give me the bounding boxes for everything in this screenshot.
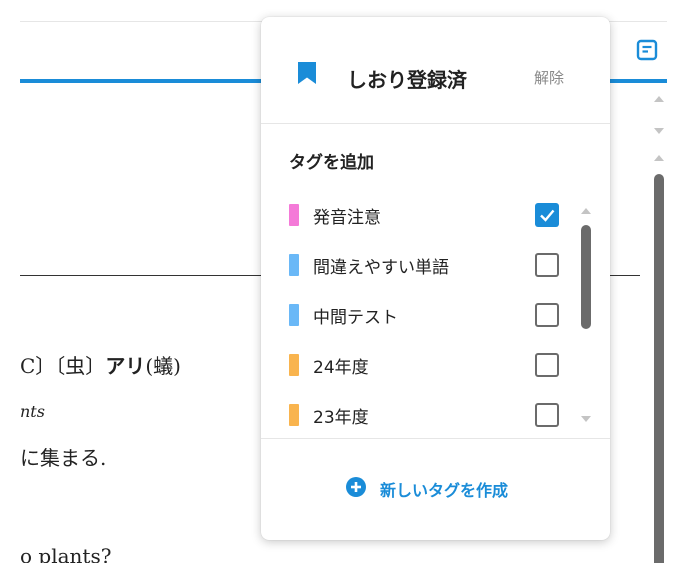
tag-list: 発音注意 間違えやすい単語 中間テスト 24年度 23年度	[261, 192, 610, 437]
tag-item[interactable]: 24年度	[261, 342, 571, 392]
tag-list-scroll-up-arrow[interactable]	[581, 208, 591, 214]
remove-bookmark-button[interactable]: 解除	[534, 67, 564, 88]
tag-label: 発音注意	[313, 208, 381, 228]
check-icon	[540, 209, 555, 222]
tag-label: 24年度	[313, 358, 369, 378]
tag-label: 23年度	[313, 408, 369, 428]
page-scroll-down-arrow[interactable]	[654, 128, 664, 134]
popup-footer: 新しいタグを作成	[261, 438, 610, 541]
entry-suffix: (蟻)	[145, 354, 181, 378]
app-screen: C〕〔虫〕アリ(蟻) nts に集まる. o plants? しおり登録済 解除…	[0, 0, 687, 563]
bookmark-popup: しおり登録済 解除 タグを追加 発音注意 間違えやすい単語 中間テスト 24年度…	[261, 17, 610, 540]
tag-list-scrollbar-thumb[interactable]	[581, 225, 591, 329]
tag-item[interactable]: 中間テスト	[261, 292, 571, 342]
tag-color-swatch	[289, 404, 299, 426]
tag-color-swatch	[289, 204, 299, 226]
bookmark-icon	[298, 62, 316, 84]
tag-color-swatch	[289, 304, 299, 326]
entry-question-fragment: o plants?	[20, 544, 112, 563]
dictionary-entry-line: C〕〔虫〕アリ(蟻)	[20, 350, 181, 379]
entry-example-fragment: に集まる.	[20, 446, 107, 470]
tag-checkbox[interactable]	[535, 353, 559, 377]
create-tag-label: 新しいタグを作成	[380, 481, 509, 500]
popup-header: しおり登録済 解除	[261, 17, 610, 124]
add-tag-heading: タグを追加	[289, 153, 374, 173]
tag-label: 間違えやすい単語	[313, 258, 449, 278]
tag-checkbox[interactable]	[535, 253, 559, 277]
add-circle-icon	[346, 477, 366, 497]
page-scrollbar-thumb[interactable]	[654, 174, 664, 563]
tag-checkbox[interactable]	[535, 303, 559, 327]
tag-item[interactable]: 発音注意	[261, 192, 571, 242]
entry-prefix: C〕〔虫〕	[20, 354, 106, 378]
tag-list-scroll-down-arrow[interactable]	[581, 416, 591, 422]
tag-color-swatch	[289, 354, 299, 376]
entry-english-fragment: nts	[20, 402, 45, 421]
entry-headword: アリ	[105, 354, 146, 378]
note-icon[interactable]	[635, 38, 659, 62]
tag-label: 中間テスト	[313, 308, 398, 328]
tag-checkbox[interactable]	[535, 203, 559, 227]
tag-color-swatch	[289, 254, 299, 276]
tag-item[interactable]: 23年度	[261, 392, 571, 437]
tag-item[interactable]: 間違えやすい単語	[261, 242, 571, 292]
page-scroll-up-arrow-2[interactable]	[654, 155, 664, 161]
bookmark-status-title: しおり登録済	[347, 68, 467, 92]
page-scroll-up-arrow[interactable]	[654, 96, 664, 102]
tag-checkbox[interactable]	[535, 403, 559, 427]
